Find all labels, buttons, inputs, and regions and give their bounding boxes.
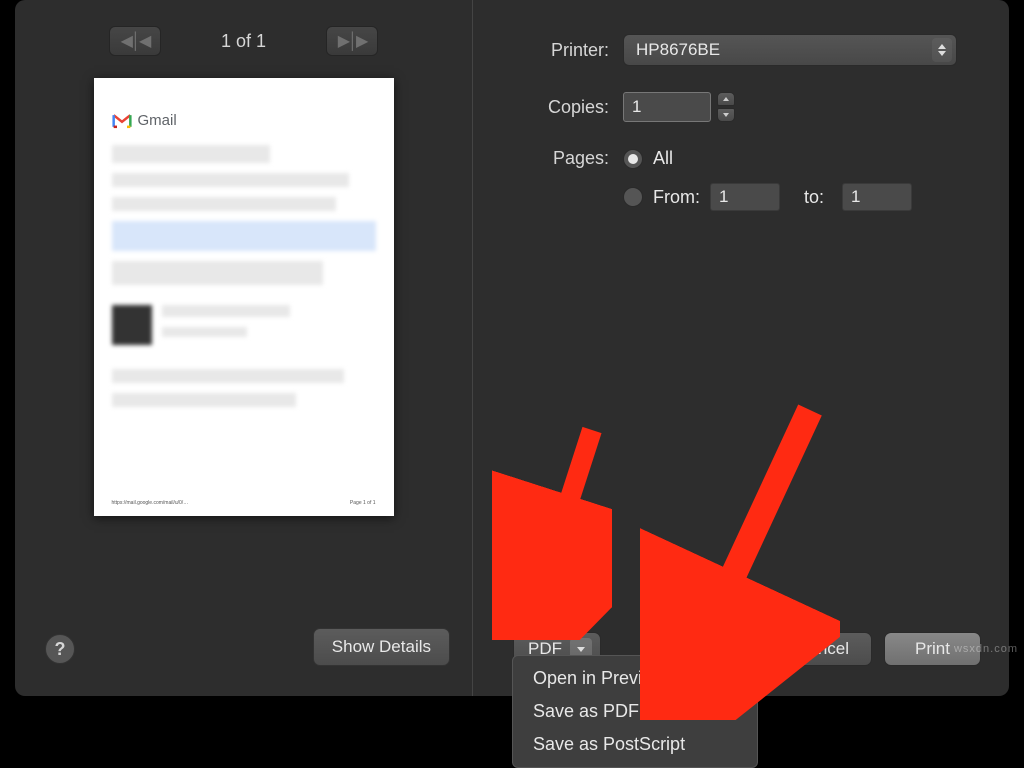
copies-input[interactable] [623, 92, 711, 122]
pages-from-label: From: [653, 187, 700, 208]
preview-pane: ◀│◀ 1 of 1 ▶│▶ Gmail [15, 0, 473, 696]
prev-page-button[interactable]: ◀│◀ [109, 26, 161, 56]
pages-from-input[interactable] [710, 183, 780, 211]
pages-to-input[interactable] [842, 183, 912, 211]
gmail-logo: Gmail [112, 112, 376, 129]
preview-page-num: Page 1 of 1 [350, 500, 376, 506]
printer-row: Printer: HP8676BE [513, 34, 981, 66]
gmail-icon [112, 113, 132, 129]
copies-stepper[interactable] [717, 92, 735, 122]
redacted-content [162, 305, 290, 317]
watermark: wsxdn.com [954, 643, 1018, 655]
pages-from-radio[interactable] [623, 187, 643, 207]
help-button[interactable]: ? [45, 634, 75, 664]
page-indicator: 1 of 1 [221, 31, 266, 52]
pages-label: Pages: [513, 148, 623, 169]
copies-label: Copies: [513, 97, 623, 118]
pages-to-label: to: [804, 187, 824, 208]
pages-group: All From: to: [623, 148, 912, 211]
pages-all-row: All [623, 148, 912, 169]
printer-value: HP8676BE [636, 40, 720, 60]
menu-save-as-postscript[interactable]: Save as PostScript [513, 728, 757, 761]
annotation-arrow-right [640, 400, 840, 720]
show-details-button[interactable]: Show Details [313, 628, 450, 666]
pages-all-label: All [653, 148, 673, 169]
preview-url: https://mail.google.com/mail/u/0/… [112, 500, 189, 506]
redacted-content [112, 261, 323, 285]
stepper-up-icon[interactable] [717, 92, 735, 106]
redacted-content [112, 393, 297, 407]
pages-range-row: From: to: [623, 183, 912, 211]
preview-footer: https://mail.google.com/mail/u/0/… Page … [112, 500, 376, 506]
annotation-arrow-left [492, 420, 612, 640]
page-preview: Gmail https://mail.google.com/mail/u/0/…… [94, 78, 394, 516]
page-navigator: ◀│◀ 1 of 1 ▶│▶ [37, 26, 450, 56]
redacted-content [112, 145, 270, 163]
redacted-content [112, 369, 344, 383]
copies-row: Copies: [513, 92, 981, 122]
redacted-content [112, 221, 376, 251]
pages-row: Pages: All From: to: [513, 148, 981, 211]
pages-all-radio[interactable] [623, 149, 643, 169]
redacted-content [162, 327, 248, 337]
printer-label: Printer: [513, 40, 623, 61]
next-page-button[interactable]: ▶│▶ [326, 26, 378, 56]
stepper-down-icon[interactable] [717, 108, 735, 122]
redacted-content [112, 197, 336, 211]
gmail-label: Gmail [138, 112, 177, 129]
updown-icon [932, 38, 952, 62]
redacted-content [112, 173, 350, 187]
printer-select[interactable]: HP8676BE [623, 34, 957, 66]
redacted-content [112, 305, 152, 345]
